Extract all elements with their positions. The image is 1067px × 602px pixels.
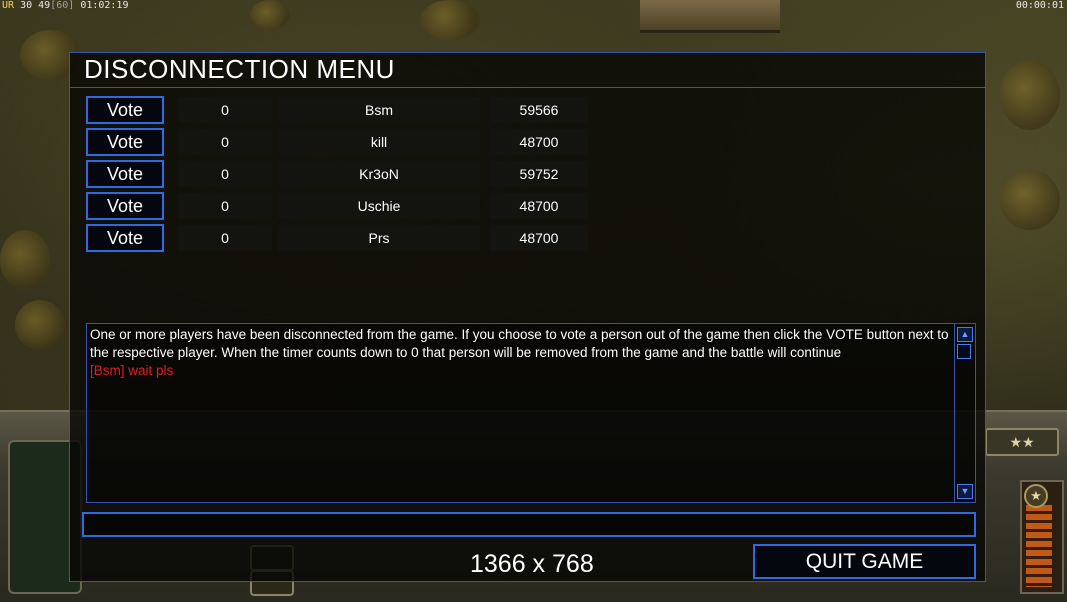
tree <box>420 0 480 40</box>
fortress-structure <box>640 0 780 33</box>
tree <box>1000 60 1060 130</box>
player-name: Uschie <box>278 193 480 219</box>
tree <box>15 300 65 350</box>
scroll-thumb[interactable] <box>957 344 971 359</box>
power-meter <box>1026 505 1052 587</box>
stats-ur: UR <box>2 0 15 11</box>
vote-button[interactable]: Vote <box>86 160 164 188</box>
vote-count: 0 <box>178 161 272 187</box>
chat-input[interactable] <box>82 512 976 537</box>
vote-count: 0 <box>178 193 272 219</box>
vote-button[interactable]: Vote <box>86 128 164 156</box>
tree <box>250 0 290 30</box>
resolution-label: 1366 x 768 <box>470 550 594 578</box>
disconnect-message: One or more players have been disconnect… <box>90 327 949 360</box>
vote-button[interactable]: Vote <box>86 224 164 252</box>
player-ping: 59752 <box>490 161 588 187</box>
player-ping: 48700 <box>490 129 588 155</box>
player-ping: 59566 <box>490 97 588 123</box>
message-log: One or more players have been disconnect… <box>86 323 976 503</box>
player-name: Kr3oN <box>278 161 480 187</box>
tree <box>1000 170 1060 230</box>
vote-count: 0 <box>178 97 272 123</box>
vote-count: 0 <box>178 225 272 251</box>
player-name: Prs <box>278 225 480 251</box>
log-scrollbar[interactable]: ▲ ▼ <box>954 324 975 502</box>
player-ping: 48700 <box>490 193 588 219</box>
quit-game-button[interactable]: QUIT GAME <box>753 544 976 579</box>
vote-button[interactable]: Vote <box>86 192 164 220</box>
disconnection-menu: DISCONNECTION MENU Vote 0 Bsm 59566 Vote… <box>69 52 986 582</box>
player-name: kill <box>278 129 480 155</box>
tree <box>0 230 50 290</box>
chat-message: [Bsm] wait pls <box>90 363 174 378</box>
log-text: One or more players have been disconnect… <box>90 326 950 380</box>
stats-values: 30 49 <box>20 0 51 11</box>
star-icon: ★ <box>1024 484 1048 508</box>
scroll-up-arrow-icon[interactable]: ▲ <box>957 327 973 342</box>
stats-fps: [60] <box>50 0 75 11</box>
vote-button[interactable]: Vote <box>86 96 164 124</box>
performance-stats: UR 30 49[60] 01:02:19 <box>2 0 128 12</box>
rank-stars: ★★ <box>985 428 1059 456</box>
player-ping: 48700 <box>490 225 588 251</box>
scroll-down-arrow-icon[interactable]: ▼ <box>957 484 973 499</box>
vote-count: 0 <box>178 129 272 155</box>
menu-title-bar: DISCONNECTION MENU <box>70 53 985 88</box>
stats-time: 01:02:19 <box>80 0 129 11</box>
player-name: Bsm <box>278 97 480 123</box>
game-timer: 00:00:01 <box>1015 0 1064 11</box>
menu-title: DISCONNECTION MENU <box>84 54 395 84</box>
